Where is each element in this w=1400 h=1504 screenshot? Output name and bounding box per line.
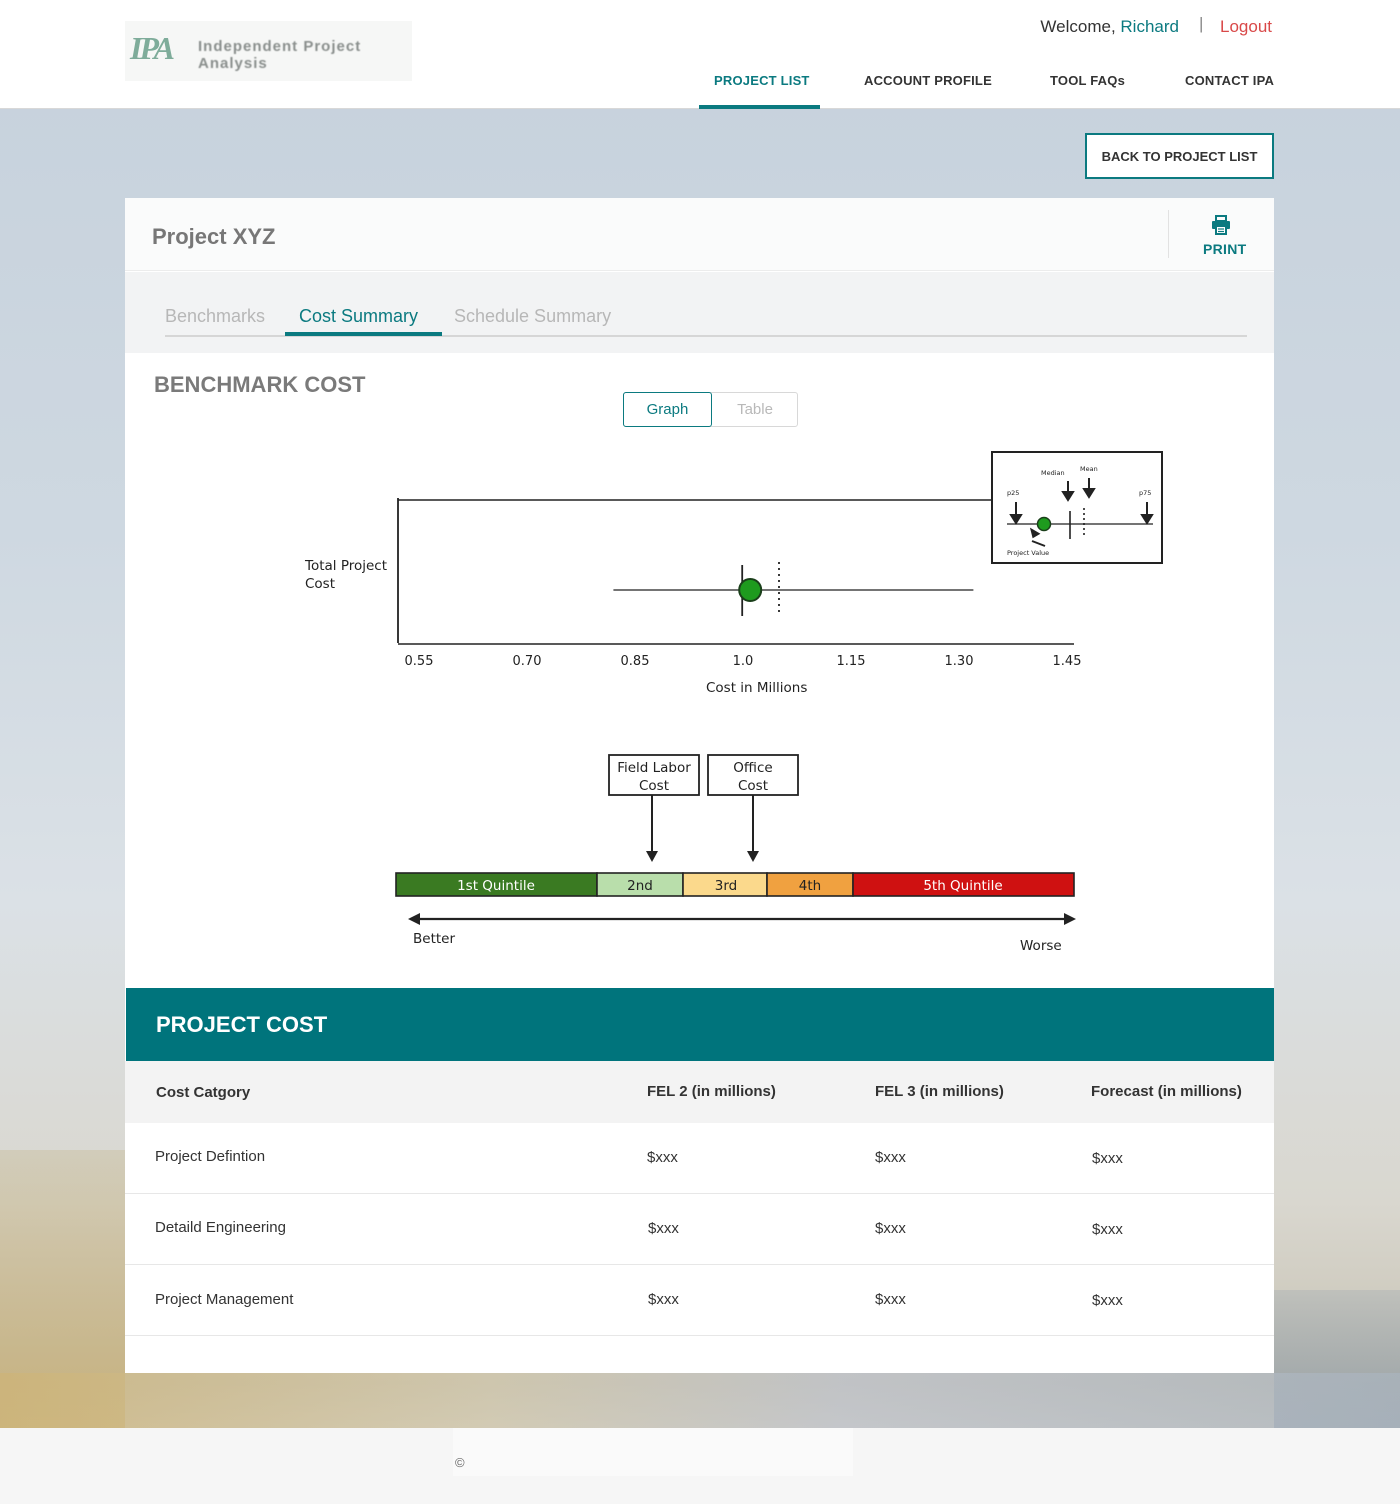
project-value-marker xyxy=(738,578,763,602)
fel2-cell: $xxx xyxy=(647,1149,678,1166)
nav-project-list[interactable]: PROJECT LIST xyxy=(714,73,810,88)
x-axis-label: Cost in Millions xyxy=(706,680,807,696)
x-tick-labels: 0.55 0.70 0.85 1.0 1.15 1.30 1.45 xyxy=(405,654,1082,669)
footer-content xyxy=(453,1428,853,1476)
ipa-logo-mark: IPA xyxy=(130,30,175,66)
copyright-text: © xyxy=(455,1455,465,1470)
quintile-band-3-label: 3rd xyxy=(715,878,737,894)
x-tick-label: 1.30 xyxy=(945,654,974,669)
col-fel2: FEL 2 (in millions) xyxy=(647,1083,776,1100)
better-label: Better xyxy=(413,931,455,947)
y-axis-label-line1: Total Project xyxy=(304,558,387,574)
legend-mean-label: Mean xyxy=(1080,465,1098,473)
arrow-down-icon xyxy=(747,851,759,862)
legend-median-label: Median xyxy=(1041,469,1065,477)
x-tick-label: 0.85 xyxy=(621,654,650,669)
nav-tool-faqs[interactable]: TOOL FAQs xyxy=(1050,73,1125,88)
fel3-cell: $xxx xyxy=(875,1220,906,1237)
field-labor-line2: Cost xyxy=(639,778,669,794)
welcome-message: Welcome, Richard xyxy=(1040,17,1179,37)
office-cost-line2: Cost xyxy=(738,778,768,794)
fel3-cell: $xxx xyxy=(875,1291,906,1308)
nav-active-indicator xyxy=(699,105,820,109)
ipa-logo-wordmark: Independent Project Analysis xyxy=(198,38,362,72)
ipa-logo[interactable]: IPA Independent Project Analysis xyxy=(125,21,412,81)
project-card: Project XYZ PRINT Benchmarks Cost Summar… xyxy=(125,198,1274,1373)
quintile-band-4-label: 4th xyxy=(799,878,821,894)
col-forecast: Forecast (in millions) xyxy=(1091,1083,1242,1100)
project-cost-header: PROJECT COST xyxy=(126,988,1274,1061)
legend-p25-label: p25 xyxy=(1007,489,1019,497)
arrow-right-icon xyxy=(1064,913,1076,925)
y-axis-label-line2: Cost xyxy=(305,576,335,592)
back-to-project-list-button[interactable]: BACK TO PROJECT LIST xyxy=(1085,133,1274,179)
forecast-cell: $xxx xyxy=(1092,1292,1123,1309)
arrow-left-icon xyxy=(408,913,420,925)
table-row: Detaild Engineering $xxx $xxx $xxx xyxy=(125,1194,1274,1265)
col-fel3: FEL 3 (in millions) xyxy=(875,1083,1004,1100)
site-footer: © xyxy=(0,1428,1400,1504)
site-header: IPA Independent Project Analysis Welcome… xyxy=(0,0,1400,109)
nav-contact-ipa[interactable]: CONTACT IPA xyxy=(1185,73,1274,88)
better-worse-scale: Better Worse xyxy=(408,913,1076,954)
cost-table-header: Cost Catgory FEL 2 (in millions) FEL 3 (… xyxy=(125,1061,1274,1123)
legend-project-value-label: Project Value xyxy=(1007,549,1049,557)
quintile-band-1-label: 1st Quintile xyxy=(457,878,535,894)
project-cost-title: PROJECT COST xyxy=(156,1012,328,1037)
chart-legend: Median Mean p25 p75 Project Value xyxy=(991,451,1163,564)
x-tick-label: 0.70 xyxy=(513,654,542,669)
quintile-callouts: Field Labor Cost Office Cost xyxy=(608,754,799,862)
benchmark-sketch: Total Project Cost 0.55 0.70 0.85 1.0 1.15 1.… xyxy=(304,451,1163,954)
background-decoration xyxy=(0,1373,1400,1428)
welcome-prefix: Welcome, xyxy=(1040,17,1116,36)
fel2-cell: $xxx xyxy=(648,1220,679,1237)
forecast-cell: $xxx xyxy=(1092,1150,1123,1167)
col-cost-category: Cost Catgory xyxy=(156,1084,251,1101)
x-tick-label: 1.15 xyxy=(837,654,866,669)
field-labor-line1: Field Labor xyxy=(617,760,691,776)
cost-category-cell: Project Management xyxy=(155,1291,294,1308)
quintile-band-5-label: 5th Quintile xyxy=(923,878,1002,894)
arrow-down-icon xyxy=(646,851,658,862)
legend-project-dot xyxy=(1036,516,1052,532)
cost-category-cell: Detaild Engineering xyxy=(155,1219,286,1236)
x-tick-label: 0.55 xyxy=(405,654,434,669)
logout-link[interactable]: Logout xyxy=(1220,17,1272,37)
legend-box xyxy=(991,451,1163,564)
x-tick-label: 1.0 xyxy=(733,654,754,669)
table-row: Project Management $xxx $xxx $xxx xyxy=(125,1265,1274,1336)
x-tick-label: 1.45 xyxy=(1053,654,1082,669)
office-cost-line1: Office xyxy=(733,760,772,776)
worse-label: Worse xyxy=(1020,938,1062,954)
fel2-cell: $xxx xyxy=(648,1291,679,1308)
legend-p75-label: p75 xyxy=(1139,489,1151,497)
fel3-cell: $xxx xyxy=(875,1149,906,1166)
quintile-bar: 1st Quintile 2nd 3rd 4th 5th Quintile xyxy=(395,872,1075,897)
quintile-band-2-label: 2nd xyxy=(627,878,653,894)
nav-account-profile[interactable]: ACCOUNT PROFILE xyxy=(864,73,992,88)
forecast-cell: $xxx xyxy=(1092,1221,1123,1238)
cost-category-cell: Project Defintion xyxy=(155,1148,266,1165)
header-separator: | xyxy=(1199,14,1204,33)
user-name: Richard xyxy=(1120,17,1179,36)
table-row: Project Defintion $xxx $xxx $xxx xyxy=(125,1123,1274,1194)
